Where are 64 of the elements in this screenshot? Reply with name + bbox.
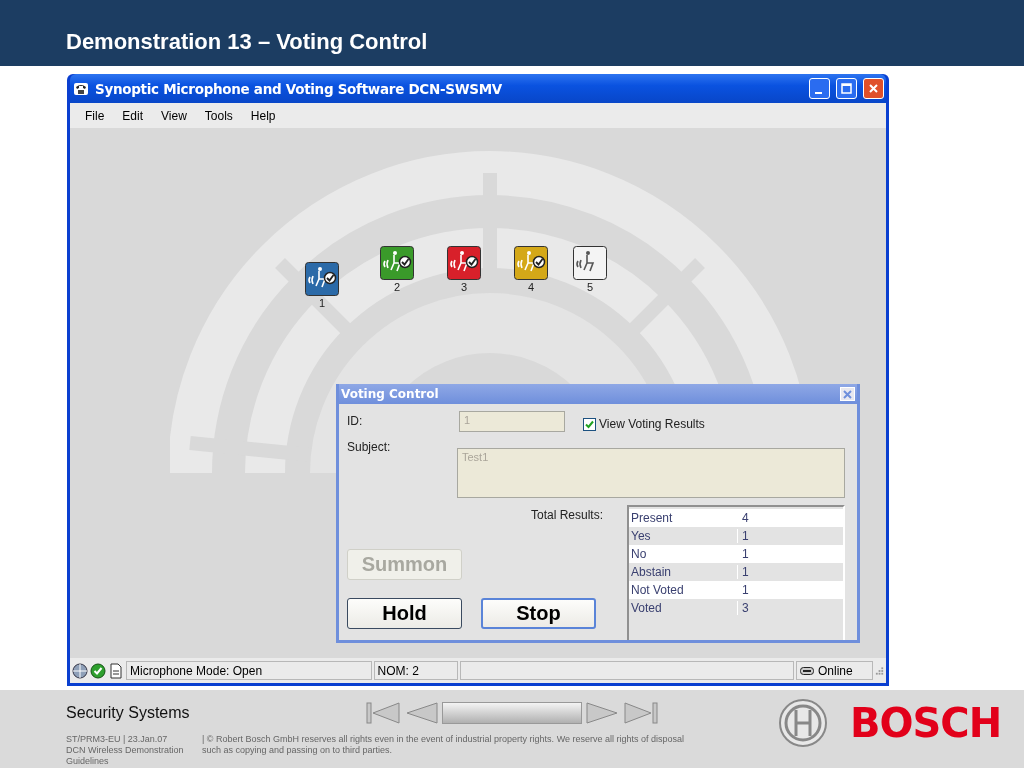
field-label: ID: [347,414,364,428]
seat-icon[interactable] [447,246,481,280]
brand-logo: BOSCH [850,700,1002,746]
seat-number: 5 [586,281,594,293]
close-icon [868,83,879,94]
document-title: DCN Wireless Demonstration Guidelines [66,745,185,767]
result-value: 3 [741,601,749,615]
slide-title: Demonstration 13 – Voting Control [66,29,428,55]
bosch-emblem-icon [778,698,828,748]
maximize-icon [841,83,852,94]
action-button[interactable]: Hold [347,598,462,629]
seat-icon[interactable] [514,246,548,280]
resize-grip-icon[interactable] [874,665,884,676]
close-icon [843,389,852,399]
phone-icon [73,80,89,97]
slide-index-button[interactable] [442,702,582,724]
menu-item[interactable]: Edit [113,108,153,123]
copyright-text: | © Robert Bosch GmbH reserves all rights even in the event of industrial property rights. We reserve all rights of disposal such as copying and passing on to third parties. [202,734,685,757]
result-name: Abstain [629,565,738,579]
menu-item[interactable]: Tools [195,108,242,123]
next-slide-button[interactable] [586,701,620,725]
check-icon [585,419,594,429]
seat-number: 3 [460,281,468,293]
status-text: Microphone Mode: Open [126,661,372,680]
seat-icon[interactable] [305,262,339,296]
result-name: No [629,547,738,561]
result-name: Not Voted [629,583,738,597]
seat-number: 1 [318,297,326,309]
status-text: Online [818,663,853,678]
seat-number: 4 [527,281,535,293]
seat-icon[interactable] [380,246,414,280]
result-name: Present [629,511,738,525]
field-label: Subject: [347,440,392,456]
seat-number: 2 [393,281,401,293]
dialog-title: Voting Control [341,387,439,401]
status-text: NOM: 2 [373,661,458,680]
minimize-button[interactable] [809,78,830,99]
result-name: Yes [629,529,738,543]
maximize-button[interactable] [836,78,857,99]
checkbox-label: View Voting Results [599,417,705,431]
minimize-icon [814,91,822,94]
menu-item[interactable]: View [152,108,196,123]
check-icon[interactable] [90,662,106,679]
menu-item[interactable]: File [76,108,114,123]
section-title: Security Systems [66,704,191,722]
action-button[interactable]: Stop [481,598,596,629]
document-icon[interactable] [108,662,124,679]
globe-icon[interactable] [72,662,88,679]
result-value: 1 [741,529,749,543]
result-value: 1 [741,565,749,579]
seat-icon[interactable] [573,246,607,280]
window-title: Synoptic Microphone and Voting Software DCN-SWSMV [95,80,503,97]
checkbox[interactable] [583,417,596,431]
result-value: 1 [741,583,749,597]
close-button[interactable] [840,387,855,401]
results-label: Total Results: [530,508,603,522]
close-button[interactable] [863,78,884,99]
result-name: Voted [629,601,738,615]
previous-slide-button[interactable] [404,701,438,725]
result-value: 4 [741,511,749,525]
result-value: 1 [741,547,749,561]
connection-icon [800,665,815,676]
menu-item[interactable]: Help [241,108,285,123]
document-code: ST/PRM3-EU | 23.Jan.07 [66,734,169,745]
